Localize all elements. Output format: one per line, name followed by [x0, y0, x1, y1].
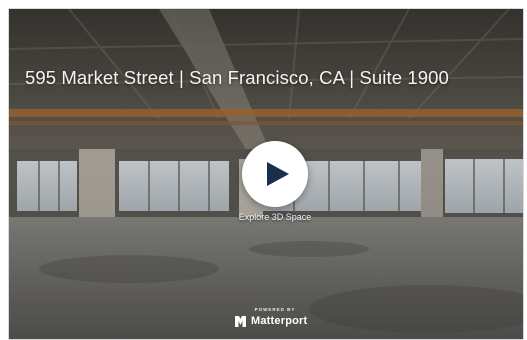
play-icon — [266, 162, 289, 186]
explore-3d-label: Explore 3D Space — [238, 212, 312, 222]
powered-by-label: POWERED BY — [254, 307, 296, 312]
matterport-logo-icon — [235, 315, 246, 327]
tour-viewer[interactable]: 595 Market Street | San Francisco, CA | … — [8, 8, 524, 340]
play-button[interactable] — [242, 141, 308, 207]
tour-title: 595 Market Street | San Francisco, CA | … — [25, 67, 449, 88]
matterport-brand-name: Matterport — [251, 315, 308, 327]
matterport-brand-link[interactable]: Matterport — [235, 315, 307, 327]
